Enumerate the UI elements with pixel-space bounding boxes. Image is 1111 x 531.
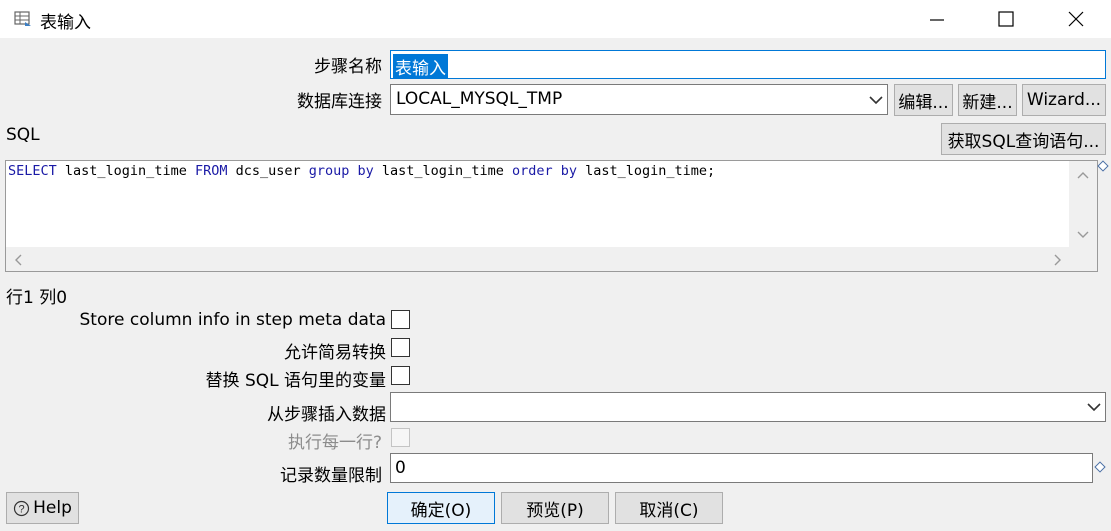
edit-connection-button[interactable]: 编辑...: [894, 84, 953, 116]
help-icon: ?: [14, 500, 30, 516]
lazy-conversion-label: 允许简易转换: [284, 343, 386, 363]
sql-editor[interactable]: SELECT last_login_time FROM dcs_user gro…: [5, 160, 1098, 272]
step-name-value: 表输入: [393, 54, 448, 79]
db-connection-select[interactable]: LOCAL_MYSQL_TMP: [390, 84, 888, 115]
help-button[interactable]: ? Help: [6, 492, 79, 524]
cancel-button[interactable]: 取消(C): [615, 492, 723, 524]
chevron-down-icon: [869, 95, 883, 104]
step-name-input[interactable]: 表输入: [390, 50, 1106, 79]
step-name-label: 步骤名称: [314, 57, 382, 77]
execute-each-row-label: 执行每一行?: [287, 433, 382, 453]
close-button[interactable]: [1053, 0, 1099, 38]
insert-from-step-select[interactable]: [390, 392, 1106, 422]
lazy-conversion-checkbox[interactable]: [391, 338, 410, 357]
maximize-icon: [998, 11, 1014, 27]
help-label: Help: [33, 498, 72, 518]
chevron-left-icon: [15, 254, 22, 266]
preview-button[interactable]: 预览(P): [501, 492, 609, 524]
replace-variables-label: 替换 SQL 语句里的变量: [205, 371, 386, 391]
svg-text:?: ?: [19, 503, 25, 515]
close-icon: [1068, 11, 1084, 27]
store-column-info-checkbox[interactable]: [391, 310, 410, 329]
sql-label: SQL: [6, 125, 40, 145]
limit-value: 0: [395, 458, 406, 478]
minimize-icon: [930, 19, 944, 21]
limit-input[interactable]: 0: [390, 453, 1093, 483]
wizard-button[interactable]: Wizard...: [1022, 84, 1106, 116]
db-connection-label: 数据库连接: [297, 92, 382, 112]
chevron-down-icon: [1087, 403, 1101, 412]
execute-each-row-checkbox[interactable]: [391, 428, 410, 447]
chevron-right-icon: [1054, 254, 1061, 266]
variable-hint-icon: [1094, 461, 1106, 473]
scrollbar-corner: [1069, 247, 1097, 271]
insert-from-step-label: 从步骤插入数据: [267, 405, 386, 425]
limit-label: 记录数量限制: [280, 466, 382, 486]
table-input-icon: [13, 9, 33, 29]
window-title: 表输入: [40, 13, 91, 33]
new-connection-button[interactable]: 新建...: [958, 84, 1017, 116]
ok-button[interactable]: 确定(O): [387, 492, 495, 524]
chevron-down-icon: [1077, 231, 1089, 238]
variable-hint-icon: [1097, 160, 1109, 172]
store-column-info-label: Store column info in step meta data: [79, 310, 386, 330]
chevron-up-icon: [1077, 172, 1089, 179]
minimize-button[interactable]: [914, 0, 960, 38]
cursor-position-status: 行1 列0: [6, 288, 68, 308]
maximize-button[interactable]: [983, 0, 1029, 38]
vertical-scrollbar[interactable]: [1069, 161, 1097, 248]
replace-variables-checkbox[interactable]: [391, 366, 410, 385]
sql-text: SELECT last_login_time FROM dcs_user gro…: [8, 163, 716, 179]
db-connection-value: LOCAL_MYSQL_TMP: [396, 89, 563, 109]
horizontal-scrollbar[interactable]: [6, 247, 1072, 271]
get-sql-button[interactable]: 获取SQL查询语句...: [941, 123, 1106, 155]
